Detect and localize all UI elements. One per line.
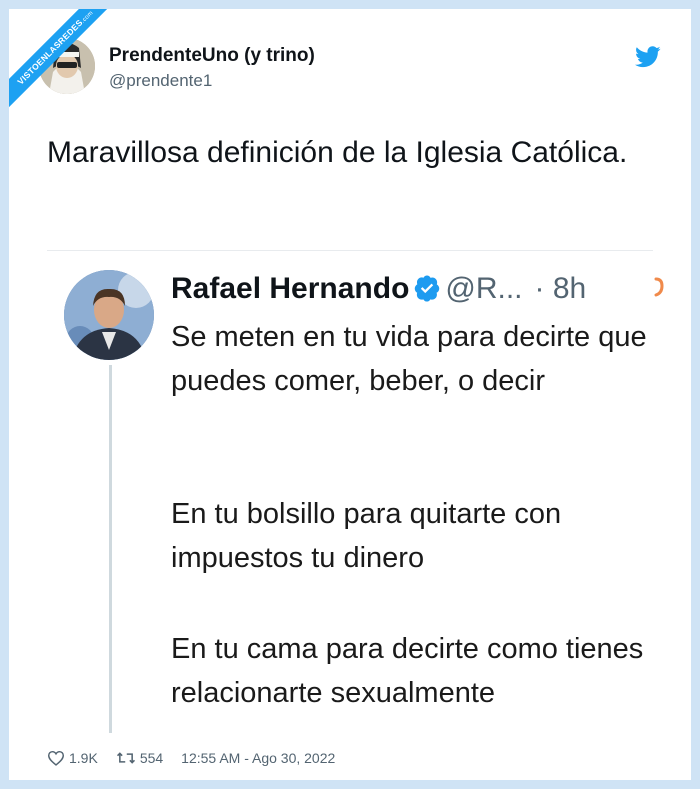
retweet-metric[interactable]: 554 — [116, 750, 163, 766]
tweet-footer: 1.9K 554 12:55 AM - Ago 30, 2022 — [47, 747, 335, 769]
watermark-ribbon: VISTOENLASREDES.com — [9, 9, 129, 129]
retweet-count: 554 — [139, 750, 164, 766]
author-name[interactable]: PrendenteUno (y trino) — [109, 45, 315, 67]
like-count: 1.9K — [69, 750, 98, 766]
tweet-header: PrendenteUno (y trino) @prendente1 — [39, 38, 661, 98]
quoted-paragraph: En tu bolsillo para quitarte con impuest… — [171, 498, 562, 574]
quoted-separator: · — [534, 272, 545, 305]
verified-badge-icon — [415, 275, 440, 302]
quoted-author-name: Rafael Hernando — [171, 272, 410, 305]
quoted-author-avatar — [64, 270, 154, 360]
quoted-header: Rafael Hernando @R... · 8h — [171, 271, 586, 307]
quoted-time: 8h — [552, 272, 587, 305]
watermark-label: VISTOENLASREDES — [15, 17, 85, 87]
twitter-bird-icon — [635, 46, 661, 68]
quoted-author-handle: @R... — [445, 272, 523, 305]
watermark-suffix: .com — [80, 10, 95, 25]
watermark-text: VISTOENLASREDES.com — [9, 9, 126, 118]
heart-icon — [47, 750, 65, 766]
tweet-card: VISTOENLASREDES.com PrendenteUno (y trin… — [9, 9, 691, 780]
quoted-paragraph: Se meten en tu vida para decirte que pue… — [171, 321, 647, 397]
quoted-tweet-screenshot: Rafael Hernando @R... · 8h Se meten en tu … — [47, 251, 671, 735]
more-icon — [654, 277, 664, 297]
retweet-icon — [116, 752, 135, 764]
thread-line — [109, 365, 112, 733]
quoted-paragraph: En tu cama para decirte como tienes rela… — [171, 633, 644, 709]
like-metric[interactable]: 1.9K — [47, 750, 98, 766]
tweet-timestamp[interactable]: 12:55 AM - Ago 30, 2022 — [181, 750, 335, 766]
tweet-text: Maravillosa definición de la Iglesia Cat… — [47, 136, 628, 169]
